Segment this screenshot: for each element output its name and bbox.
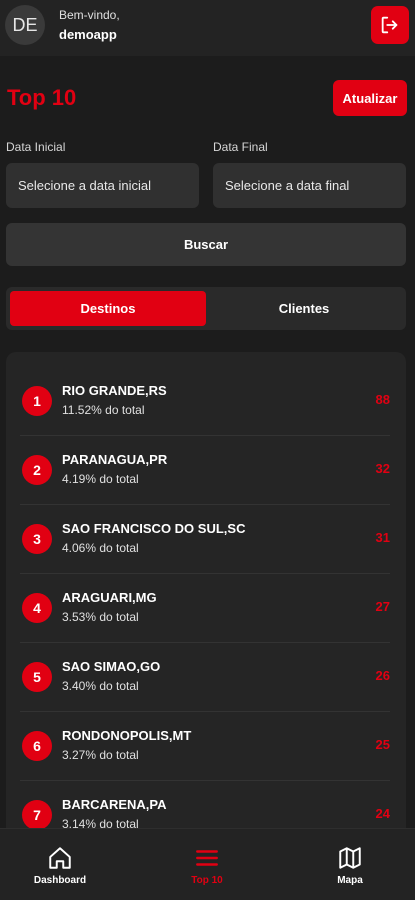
destination-count: 27 [375, 599, 390, 614]
nav-dashboard[interactable]: Dashboard [0, 829, 120, 900]
list-item[interactable]: 4 ARAGUARI,MG 3.53% do total 27 [20, 574, 390, 643]
welcome-text: Bem-vindo, [59, 8, 120, 22]
bottom-nav: Dashboard Top 10 Mapa [0, 828, 415, 900]
destination-name: BARCARENA,PA [62, 797, 167, 812]
ranking-list: 1 RIO GRANDE,RS 11.52% do total 88 2 PAR… [6, 352, 406, 828]
destination-count: 88 [375, 392, 390, 407]
destination-percent: 3.53% do total [62, 610, 139, 624]
list-item[interactable]: 2 PARANAGUA,PR 4.19% do total 32 [20, 436, 390, 505]
destination-count: 25 [375, 737, 390, 752]
destination-count: 31 [375, 530, 390, 545]
refresh-button[interactable]: Atualizar [333, 80, 407, 116]
list-item[interactable]: 7 BARCARENA,PA 3.14% do total 24 [20, 781, 390, 828]
destination-percent: 4.19% do total [62, 472, 139, 486]
destination-percent: 3.27% do total [62, 748, 139, 762]
destination-percent: 11.52% do total [62, 403, 145, 417]
home-icon [49, 846, 71, 869]
start-date-label: Data Inicial [6, 140, 66, 154]
destination-name: SAO FRANCISCO DO SUL,SC [62, 521, 246, 536]
nav-label: Dashboard [33, 874, 87, 886]
destination-name: RONDONOPOLIS,MT [62, 728, 192, 743]
destination-name: ARAGUARI,MG [62, 590, 157, 605]
rank-badge: 7 [22, 800, 52, 828]
rank-badge: 1 [22, 386, 52, 416]
list-item[interactable]: 5 SAO SIMAO,GO 3.40% do total 26 [20, 643, 390, 712]
username: demoapp [59, 27, 117, 42]
destination-name: PARANAGUA,PR [62, 452, 168, 467]
map-icon [339, 846, 361, 869]
tab-destinos[interactable]: Destinos [10, 291, 206, 326]
start-date-input[interactable]: Selecione a data inicial [6, 163, 199, 208]
destination-name: RIO GRANDE,RS [62, 383, 167, 398]
page-title: Top 10 [7, 85, 77, 110]
nav-top10[interactable]: Top 10 [147, 829, 267, 900]
rank-badge: 4 [22, 593, 52, 623]
destination-count: 26 [375, 668, 390, 683]
app-header: DE Bem-vindo, demoapp [0, 0, 415, 56]
logout-button[interactable] [371, 6, 409, 44]
list-item[interactable]: 3 SAO FRANCISCO DO SUL,SC 4.06% do total… [20, 505, 390, 574]
list-icon [196, 849, 218, 866]
destination-percent: 4.06% do total [62, 541, 139, 555]
nav-mapa[interactable]: Mapa [290, 829, 410, 900]
search-button[interactable]: Buscar [6, 223, 406, 266]
end-date-label: Data Final [213, 140, 268, 154]
list-item[interactable]: 1 RIO GRANDE,RS 11.52% do total 88 [20, 367, 390, 436]
nav-label: Top 10 [191, 874, 223, 886]
tab-clientes[interactable]: Clientes [206, 291, 402, 326]
tab-bar: Destinos Clientes [6, 287, 406, 330]
destination-count: 24 [375, 806, 390, 821]
destination-percent: 3.14% do total [62, 817, 139, 828]
list-item[interactable]: 6 RONDONOPOLIS,MT 3.27% do total 25 [20, 712, 390, 781]
rank-badge: 2 [22, 455, 52, 485]
end-date-input[interactable]: Selecione a data final [213, 163, 406, 208]
rank-badge: 3 [22, 524, 52, 554]
destination-percent: 3.40% do total [62, 679, 139, 693]
avatar[interactable]: DE [5, 5, 45, 45]
rank-badge: 5 [22, 662, 52, 692]
nav-label: Mapa [337, 874, 363, 886]
destination-count: 32 [375, 461, 390, 476]
destination-name: SAO SIMAO,GO [62, 659, 161, 674]
rank-badge: 6 [22, 731, 52, 761]
logout-icon [381, 16, 398, 34]
